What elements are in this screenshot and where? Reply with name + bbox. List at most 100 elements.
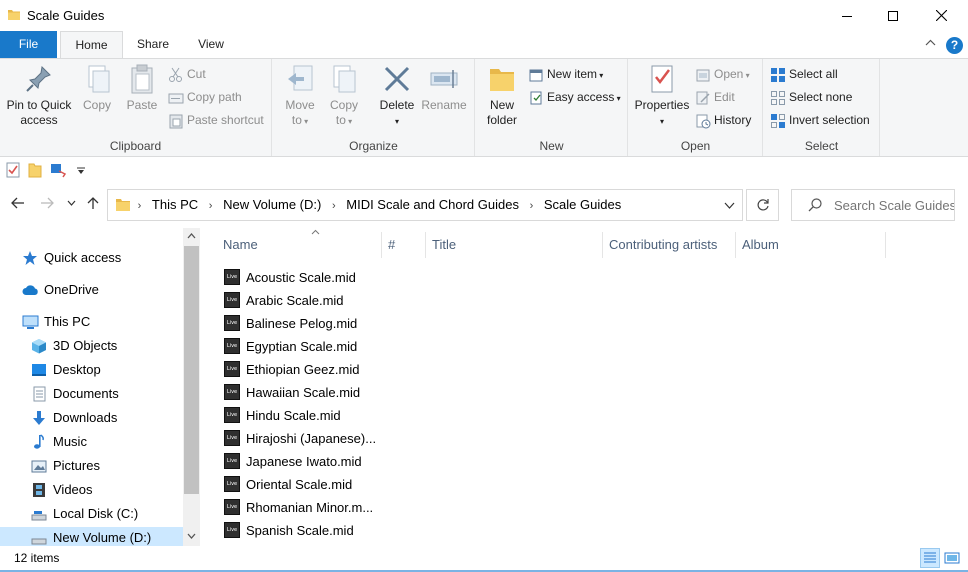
search-box[interactable] xyxy=(791,189,955,221)
help-icon[interactable]: ? xyxy=(946,37,963,54)
breadcrumb-midi-guides[interactable]: MIDI Scale and Chord Guides xyxy=(343,190,522,220)
pin-label-2: access xyxy=(20,113,58,127)
maximize-button[interactable] xyxy=(870,0,916,31)
file-row[interactable]: Live Japanese Iwato.mid xyxy=(224,450,384,473)
nav-local-disk[interactable]: Local Disk (C:) xyxy=(31,503,183,525)
up-arrow-icon[interactable] xyxy=(86,196,100,210)
easy-access-button[interactable]: Easy access ▾ xyxy=(528,87,621,107)
address-bar[interactable]: › This PC › New Volume (D:) › MIDI Scale… xyxy=(107,189,743,221)
nav-local-disk-label: Local Disk (C:) xyxy=(53,506,139,521)
properties-check-icon[interactable] xyxy=(6,162,20,178)
copy-to-button[interactable]: Copy to ▾ xyxy=(325,63,363,129)
select-all-button[interactable]: Select all xyxy=(770,64,838,84)
refresh-button[interactable] xyxy=(746,189,779,221)
forward-arrow-icon[interactable] xyxy=(40,196,54,210)
recent-locations-chevron-icon[interactable] xyxy=(67,200,76,206)
file-row[interactable]: Live Oriental Scale.mid xyxy=(224,473,384,496)
breadcrumb-separator-icon[interactable]: › xyxy=(526,191,538,221)
paste-shortcut-button[interactable]: Paste shortcut xyxy=(168,110,264,130)
history-button[interactable]: History xyxy=(695,110,751,130)
nav-scrollbar[interactable] xyxy=(183,228,200,546)
properties-button[interactable]: Properties ▾ xyxy=(633,63,691,129)
customize-qat-icon[interactable] xyxy=(50,162,68,178)
edit-icon xyxy=(696,91,710,105)
tab-home[interactable]: Home xyxy=(60,31,123,59)
tab-file[interactable]: File xyxy=(0,31,57,58)
tab-share[interactable]: Share xyxy=(127,31,179,58)
new-folder-qat-icon[interactable] xyxy=(28,162,42,178)
minimize-button[interactable] xyxy=(824,0,870,31)
breadcrumb-separator-icon[interactable]: › xyxy=(328,191,340,221)
file-row[interactable]: Live Hindu Scale.mid xyxy=(224,404,384,427)
file-row[interactable]: Live Ethiopian Geez.mid xyxy=(224,358,384,381)
nav-quick-access[interactable]: Quick access xyxy=(22,247,182,269)
pictures-icon xyxy=(31,460,47,473)
search-input[interactable] xyxy=(834,196,954,214)
rename-button[interactable]: Rename xyxy=(419,63,469,113)
file-name: Oriental Scale.mid xyxy=(246,477,353,492)
breadcrumb-this-pc[interactable]: This PC xyxy=(149,190,201,220)
nav-pictures-label: Pictures xyxy=(53,458,100,473)
nav-3d-objects[interactable]: 3D Objects xyxy=(31,335,183,357)
file-row[interactable]: Live Balinese Pelog.mid xyxy=(224,312,384,335)
column-header-title[interactable]: Title xyxy=(426,232,603,258)
file-row[interactable]: Live Hawaiian Scale.mid xyxy=(224,381,384,404)
qat-dropdown-icon[interactable] xyxy=(76,167,86,175)
open-button[interactable]: Open ▾ xyxy=(695,64,750,84)
scroll-down-icon[interactable] xyxy=(187,533,196,539)
breadcrumb-new-volume[interactable]: New Volume (D:) xyxy=(220,190,324,220)
breadcrumb-separator-icon[interactable]: › xyxy=(134,191,146,221)
copy-button[interactable]: Copy xyxy=(78,63,116,113)
nav-new-volume-label: New Volume (D:) xyxy=(53,530,152,545)
file-row[interactable]: Live Spanish Scale.mid xyxy=(224,519,384,542)
details-view-icon[interactable] xyxy=(920,548,940,568)
nav-desktop[interactable]: Desktop xyxy=(31,359,183,381)
file-row[interactable]: Live Egyptian Scale.mid xyxy=(224,335,384,358)
close-button[interactable] xyxy=(918,0,964,31)
file-row[interactable]: Live Hirajoshi (Japanese)... xyxy=(224,427,384,450)
file-row[interactable]: Live Rhomanian Minor.m... xyxy=(224,496,384,519)
column-header-number[interactable]: # xyxy=(382,232,426,258)
new-item-button[interactable]: New item ▾ xyxy=(528,64,603,84)
back-arrow-icon[interactable] xyxy=(11,196,25,210)
nav-pictures[interactable]: Pictures xyxy=(31,455,183,477)
nav-onedrive[interactable]: OneDrive xyxy=(22,279,182,301)
edit-button[interactable]: Edit xyxy=(695,87,735,107)
large-icons-view-icon[interactable] xyxy=(942,548,962,568)
midi-file-icon: Live xyxy=(224,338,240,354)
copy-path-label: Copy path xyxy=(187,90,242,104)
column-header-contributing-artists[interactable]: Contributing artists xyxy=(603,232,736,258)
column-header-album[interactable]: Album xyxy=(736,232,886,258)
copy-path-button[interactable]: Copy path xyxy=(168,87,242,107)
breadcrumb-scale-guides[interactable]: Scale Guides xyxy=(541,190,624,220)
address-dropdown-icon[interactable] xyxy=(724,202,735,209)
nav-downloads[interactable]: Downloads xyxy=(31,407,183,429)
nav-this-pc[interactable]: This PC xyxy=(22,311,182,333)
scissors-icon xyxy=(169,67,182,82)
cut-button[interactable]: Cut xyxy=(168,64,206,84)
move-to-button[interactable]: Move to ▾ xyxy=(281,63,319,129)
tab-view[interactable]: View xyxy=(183,31,239,58)
paste-button[interactable]: Paste xyxy=(122,63,162,113)
file-row[interactable]: Live Arabic Scale.mid xyxy=(224,289,384,312)
file-row[interactable]: Live Acoustic Scale.mid xyxy=(224,266,384,289)
nav-new-volume[interactable]: New Volume (D:) xyxy=(0,527,183,546)
move-label-2: to xyxy=(291,113,302,127)
nav-scrollbar-thumb[interactable] xyxy=(184,246,199,494)
select-none-button[interactable]: Select none xyxy=(770,87,852,107)
file-list: Name # Title Contributing artists Album … xyxy=(200,228,968,546)
column-header-name[interactable]: Name xyxy=(217,229,382,258)
breadcrumb-separator-icon[interactable]: › xyxy=(205,191,217,221)
delete-button[interactable]: Delete ▾ xyxy=(377,63,417,129)
new-folder-button[interactable]: New folder xyxy=(482,63,522,128)
invert-selection-button[interactable]: Invert selection xyxy=(770,110,870,130)
folder-icon xyxy=(116,199,130,211)
nav-videos[interactable]: Videos xyxy=(31,479,183,501)
nav-music[interactable]: Music xyxy=(31,431,183,453)
new-group-label: New xyxy=(539,139,564,153)
collapse-ribbon-icon[interactable] xyxy=(925,39,936,46)
scroll-up-icon[interactable] xyxy=(187,233,196,239)
pin-quick-access-button[interactable]: Pin to Quick access xyxy=(4,63,74,128)
nav-documents[interactable]: Documents xyxy=(31,383,183,405)
file-name: Japanese Iwato.mid xyxy=(246,454,362,469)
